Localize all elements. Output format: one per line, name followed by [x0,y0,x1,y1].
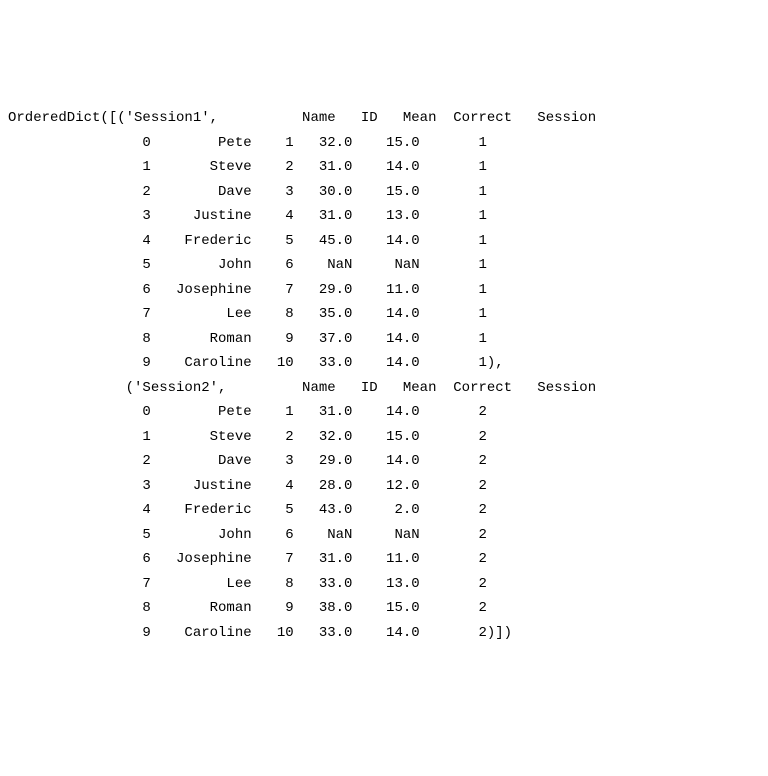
code-output: OrderedDict([('Session1', Name ID Mean C… [8,106,760,645]
